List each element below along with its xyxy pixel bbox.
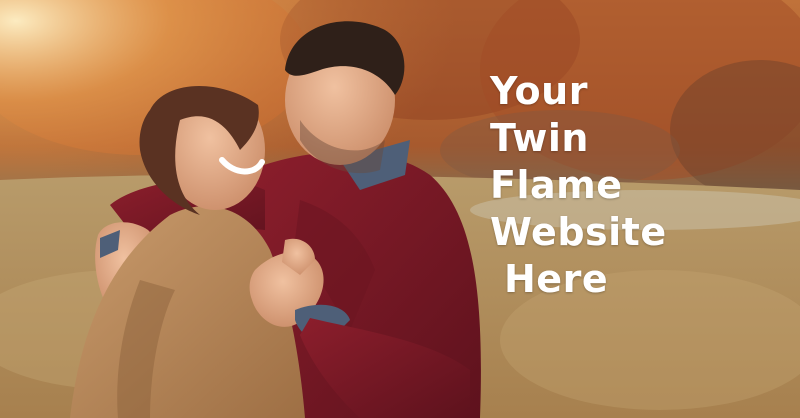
headline: Your Twin Flame Website Here bbox=[490, 68, 667, 303]
banner: Your Twin Flame Website Here bbox=[0, 0, 800, 418]
headline-line-5: Here bbox=[504, 257, 609, 301]
headline-line-2: Twin bbox=[490, 116, 589, 160]
couple-photo bbox=[0, 0, 800, 418]
headline-line-4: Website bbox=[490, 210, 667, 254]
headline-line-3: Flame bbox=[490, 163, 623, 207]
headline-line-1: Your bbox=[490, 69, 588, 113]
